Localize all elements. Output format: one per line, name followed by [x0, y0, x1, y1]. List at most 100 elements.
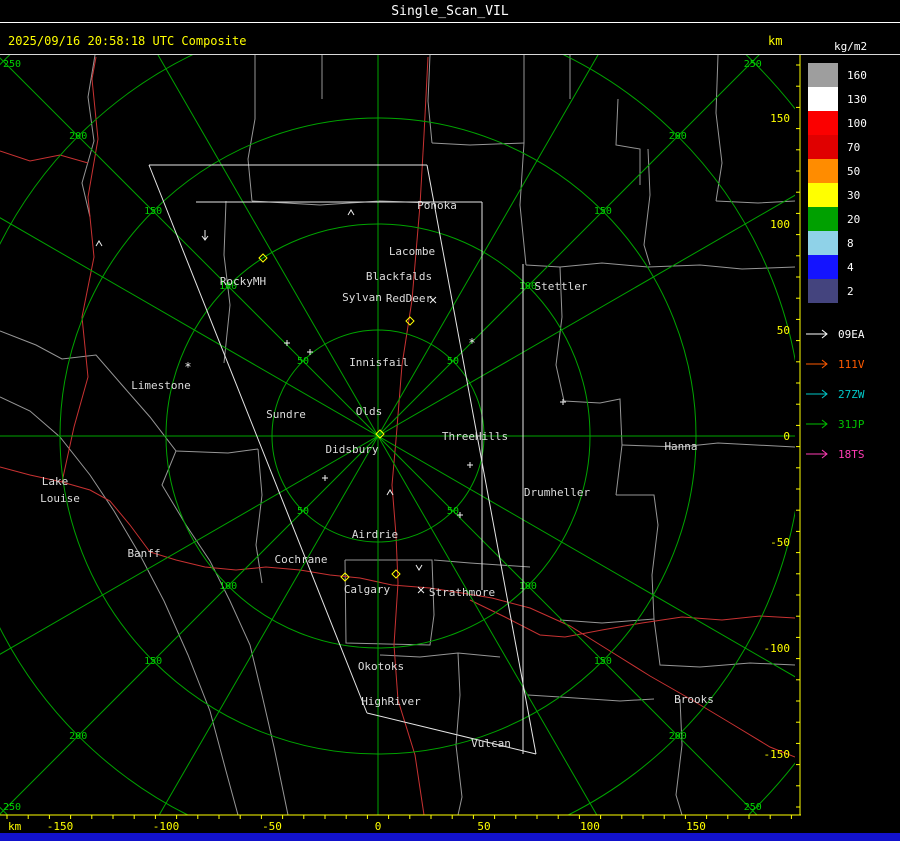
range-ring-label: 50 — [297, 356, 309, 367]
arrow-down-marker — [201, 230, 209, 241]
legend-bin-swatch — [808, 63, 838, 87]
radar-viewer-window: Single_Scan_VIL 2025/09/16 20:58:18 UTC … — [0, 0, 900, 841]
window-title: Single_Scan_VIL — [391, 3, 509, 19]
legend-bin-swatch — [808, 231, 838, 255]
legend-bin-value: 100 — [847, 116, 867, 130]
range-ring-label: 100 — [519, 581, 537, 592]
city-label: Okotoks — [358, 660, 404, 673]
city-label: RedDeer — [386, 292, 433, 305]
legend-bin-value: 160 — [847, 68, 867, 82]
legend-bin-swatch — [808, 135, 838, 159]
bottom-blue-strip — [0, 833, 900, 841]
range-ring-label: 200 — [669, 131, 687, 142]
bottom-axis-tick-label: 150 — [686, 820, 706, 833]
bottom-axis-tick-label: 100 — [580, 820, 600, 833]
city-label: Sundre — [266, 408, 306, 421]
plus-marker — [307, 349, 313, 355]
range-ring-label: 150 — [594, 206, 612, 217]
legend-panel: kg/m2 160 130 100 70 50 30 20 8 4 2 09EA 111V 27ZW 3… — [806, 40, 900, 820]
right-axis-unit: km — [768, 34, 783, 48]
bottom-axis-tick-label: -50 — [262, 820, 282, 833]
legend-bin-swatch — [808, 87, 838, 111]
legend-bin-value: 130 — [847, 92, 867, 106]
city-label: Cochrane — [275, 553, 328, 566]
city-label: Didsbury — [326, 443, 379, 456]
plus-marker — [284, 340, 290, 346]
plus-marker — [467, 462, 473, 468]
city-labels: Ponoka Lacombe Blackfalds Sylvan RedDeer Rock… — [40, 199, 714, 750]
scan-timestamp: 2025/09/16 20:58:18 UTC Composite — [8, 34, 247, 48]
city-label: ThreeHills — [442, 430, 508, 443]
radar-arrow-icon — [806, 359, 828, 369]
legend-bin: 20 — [806, 207, 900, 231]
range-ring-label: 250 — [3, 59, 21, 70]
city-label: HighRiver — [361, 695, 421, 708]
legend-bin-value: 2 — [847, 284, 854, 298]
bottom-axis-tick-label: 50 — [477, 820, 490, 833]
radar-arrow-icon — [806, 329, 828, 339]
legend-bin-swatch — [808, 207, 838, 231]
range-ring-label: 200 — [69, 731, 87, 742]
legend-bin: 2 — [806, 279, 900, 303]
radar-arrow-icon — [806, 389, 828, 399]
city-label: Drumheller — [524, 486, 591, 499]
diamond-marker — [391, 569, 401, 579]
asterisk-marker: * — [184, 360, 191, 374]
legend-bin: 50 — [806, 159, 900, 183]
bottom-axis-tick-label: -100 — [153, 820, 180, 833]
radar-map-canvas: 505050 50100100100 100150150150 15020020020… — [0, 0, 900, 841]
legend-bin-swatch — [808, 183, 838, 207]
legend-unit-label: kg/m2 — [834, 40, 868, 53]
legend-bin-swatch — [808, 255, 838, 279]
bottom-axis-tick-label: -150 — [47, 820, 74, 833]
city-label: Brooks — [674, 693, 714, 706]
city-label: RockyMH — [220, 275, 266, 288]
legend-bin-value: 50 — [847, 164, 861, 178]
caret-up-marker — [95, 240, 103, 247]
legend-bin-value: 70 — [847, 140, 861, 154]
radar-station-row: 09EA — [806, 319, 900, 349]
legend-bin-swatch — [808, 159, 838, 183]
range-ring-label: 50 — [297, 506, 309, 517]
bottom-axis-canvas: -150 -100 -50 0 50 100 150 km — [0, 814, 801, 833]
legend-bin: 4 — [806, 255, 900, 279]
diamond-marker — [405, 316, 415, 326]
city-label: Hanna — [664, 440, 697, 453]
radar-station-id: 31JP — [838, 417, 865, 431]
legend-bin-value: 8 — [847, 236, 854, 250]
caret-down-marker — [415, 564, 423, 571]
city-label: Sylvan — [342, 291, 382, 304]
radar-arrow-icon — [806, 419, 828, 429]
legend-bin: 70 — [806, 135, 900, 159]
city-label: Louise — [40, 492, 80, 505]
city-label: Strathmore — [429, 586, 495, 599]
range-ring-label: 150 — [144, 656, 162, 667]
legend-bin: 30 — [806, 183, 900, 207]
range-ring-label: 250 — [744, 59, 762, 70]
city-label: Vulcan — [471, 737, 511, 750]
bottom-axis-tick-label: 0 — [375, 820, 382, 833]
radar-station-row: 27ZW — [806, 379, 900, 409]
legend-bin: 8 — [806, 231, 900, 255]
caret-up-marker — [347, 209, 355, 216]
radar-station-row: 111V — [806, 349, 900, 379]
radar-station-id: 27ZW — [838, 387, 865, 401]
city-label: Banff — [127, 547, 160, 560]
city-label: Blackfalds — [366, 270, 432, 283]
city-label: Ponoka — [417, 199, 457, 212]
legend-bin-swatch — [808, 279, 838, 303]
radar-map[interactable]: 50 50 50 50 100 100 100 100 150 150 150 150 200 200 20… — [0, 0, 900, 841]
radar-arrow-icon — [806, 449, 828, 459]
range-ring-label: 250 — [744, 802, 762, 813]
bottom-axis-unit: km — [8, 820, 22, 833]
city-label: Stettler — [535, 280, 588, 293]
plus-marker — [560, 399, 566, 405]
info-bar: 2025/09/16 20:58:18 UTC Composite km — [0, 23, 900, 55]
legend-bin-value: 4 — [847, 260, 854, 274]
color-scale: 160 130 100 70 50 30 20 8 4 2 — [806, 63, 900, 303]
legend-bin: 130 — [806, 87, 900, 111]
x-marker — [417, 586, 425, 594]
radar-station-row: 18TS — [806, 439, 900, 469]
radar-station-list: 09EA 111V 27ZW 31JP 18TS — [806, 319, 900, 469]
range-ring-label: 150 — [594, 656, 612, 667]
